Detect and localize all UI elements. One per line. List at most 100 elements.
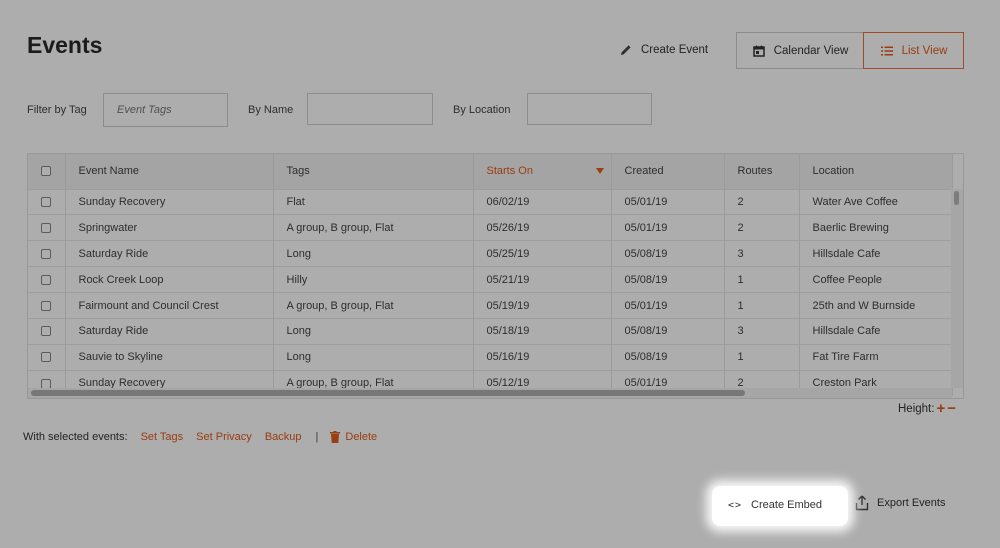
list-icon: [880, 46, 893, 55]
row-checkbox[interactable]: [28, 343, 66, 371]
backup-link[interactable]: Backup: [265, 431, 302, 443]
event-name-cell: Saturday Ride: [65, 317, 274, 345]
event-name-cell: Sauvie to Skyline: [65, 343, 274, 371]
routes-cell: 1: [724, 266, 800, 293]
horizontal-scrollbar[interactable]: [28, 388, 952, 398]
create-event-button[interactable]: Create Event: [619, 43, 708, 57]
routes-cell: 2: [724, 214, 800, 241]
tags-cell: A group, B group, Flat: [273, 214, 474, 241]
created-cell: 05/01/19: [611, 188, 725, 215]
selected-events-actions: With selected events: Set Tags Set Priva…: [23, 431, 377, 443]
location-cell: Fat Tire Farm: [799, 343, 953, 371]
tags-cell: A group, B group, Flat: [273, 292, 474, 319]
filter-bar: Filter by Tag Event Tags By Name By Loca…: [0, 93, 1000, 129]
routes-cell: 2: [724, 188, 800, 215]
starts-on-cell: 05/16/19: [473, 343, 612, 371]
height-increase-button[interactable]: +: [936, 401, 945, 416]
event-name-cell: Sunday Recovery: [65, 188, 274, 215]
column-header-starts-on[interactable]: Starts On: [473, 154, 612, 189]
calendar-icon: [752, 45, 765, 57]
tags-cell: Long: [273, 343, 474, 371]
events-table: Event Name Tags Starts On Created Routes…: [27, 153, 964, 399]
sort-desc-icon: [595, 168, 604, 174]
height-control: Height: + −: [898, 401, 956, 416]
routes-cell: 3: [724, 240, 800, 267]
routes-cell: 1: [724, 292, 800, 319]
export-events-label: Export Events: [877, 497, 946, 509]
row-checkbox[interactable]: [28, 266, 66, 293]
calendar-view-label: Calendar View: [773, 44, 849, 57]
starts-on-cell: 05/21/19: [473, 266, 612, 293]
event-tags-input[interactable]: Event Tags: [103, 93, 228, 127]
height-decrease-button[interactable]: −: [947, 401, 956, 416]
table-row[interactable]: Springwater A group, B group, Flat 05/26/1…: [28, 214, 953, 241]
calendar-view-button[interactable]: Calendar View: [736, 32, 863, 69]
table-row[interactable]: Sauvie to Skyline Long 05/16/19 05/08/19 1 Fa…: [28, 343, 953, 371]
table-row[interactable]: Sunday Recovery Flat 06/02/19 05/01/19 2 Wate…: [28, 188, 953, 215]
location-input[interactable]: [527, 93, 652, 125]
row-checkbox[interactable]: [28, 292, 66, 319]
create-event-label: Create Event: [641, 44, 709, 56]
column-header-event-name[interactable]: Event Name: [65, 154, 274, 189]
location-cell: Water Ave Coffee: [799, 188, 953, 215]
set-privacy-link[interactable]: Set Privacy: [196, 431, 252, 443]
starts-on-cell: 06/02/19: [473, 188, 612, 215]
starts-on-label: Starts On: [486, 165, 533, 178]
create-embed-highlight: <> Create Embed: [712, 486, 848, 526]
created-cell: 05/08/19: [611, 266, 725, 293]
routes-cell: 3: [724, 317, 800, 345]
selected-events-label: With selected events:: [23, 431, 128, 443]
event-name-cell: Rock Creek Loop: [65, 266, 274, 293]
set-tags-link[interactable]: Set Tags: [141, 431, 184, 443]
location-cell: Baerlic Brewing: [799, 214, 953, 241]
tags-cell: Flat: [273, 188, 474, 215]
event-name-cell: Saturday Ride: [65, 240, 274, 267]
vertical-scroll-thumb[interactable]: [954, 191, 959, 205]
view-toggle: Calendar View List View: [736, 32, 964, 69]
created-cell: 05/08/19: [611, 317, 725, 345]
starts-on-cell: 05/18/19: [473, 317, 612, 345]
export-icon: [855, 495, 869, 511]
created-cell: 05/08/19: [611, 240, 725, 267]
starts-on-cell: 05/25/19: [473, 240, 612, 267]
height-label: Height:: [898, 403, 935, 415]
table-header-row: Event Name Tags Starts On Created Routes…: [28, 154, 953, 189]
create-embed-label: Create Embed: [751, 499, 822, 511]
create-embed-button[interactable]: <> Create Embed: [728, 499, 822, 511]
delete-label: Delete: [345, 431, 378, 443]
filter-by-tag-label: Filter by Tag: [27, 104, 87, 116]
location-cell: Coffee People: [799, 266, 953, 293]
table-row[interactable]: Saturday Ride Long 05/18/19 05/08/19 3 Hillsd…: [28, 317, 953, 345]
table-row[interactable]: Saturday Ride Long 05/25/19 05/08/19 3 Hillsd…: [28, 240, 953, 267]
pencil-icon: [621, 45, 631, 55]
select-all-checkbox[interactable]: [28, 154, 66, 189]
row-checkbox[interactable]: [28, 188, 66, 215]
vertical-scrollbar[interactable]: [951, 189, 963, 388]
events-page: Events Create Event Calendar View List V…: [0, 0, 1000, 548]
by-location-label: By Location: [453, 104, 511, 116]
list-view-button[interactable]: List View: [863, 32, 964, 69]
row-checkbox[interactable]: [28, 240, 66, 267]
row-checkbox[interactable]: [28, 214, 66, 241]
row-checkbox[interactable]: [28, 317, 66, 345]
event-name-cell: Fairmount and Council Crest: [65, 292, 274, 319]
export-events-button[interactable]: Export Events: [855, 495, 945, 511]
name-input[interactable]: [307, 93, 433, 125]
created-cell: 05/01/19: [611, 214, 725, 241]
column-header-tags[interactable]: Tags: [273, 154, 474, 189]
event-name-cell: Springwater: [65, 214, 274, 241]
horizontal-scroll-thumb[interactable]: [31, 390, 745, 396]
tags-cell: Long: [273, 317, 474, 345]
table-row[interactable]: Fairmount and Council Crest A group, B gr…: [28, 292, 953, 319]
location-cell: 25th and W Burnside: [799, 292, 953, 319]
created-cell: 05/01/19: [611, 292, 725, 319]
table-row[interactable]: Rock Creek Loop Hilly 05/21/19 05/08/19 1 Cof…: [28, 266, 953, 293]
routes-cell: 1: [724, 343, 800, 371]
location-cell: Hillsdale Cafe: [799, 317, 953, 345]
list-view-label: List View: [901, 44, 948, 57]
delete-button[interactable]: Delete: [330, 431, 377, 443]
column-header-routes[interactable]: Routes: [724, 154, 800, 189]
page-title: Events: [27, 32, 103, 58]
column-header-location[interactable]: Location: [799, 154, 953, 189]
column-header-created[interactable]: Created: [611, 154, 725, 189]
